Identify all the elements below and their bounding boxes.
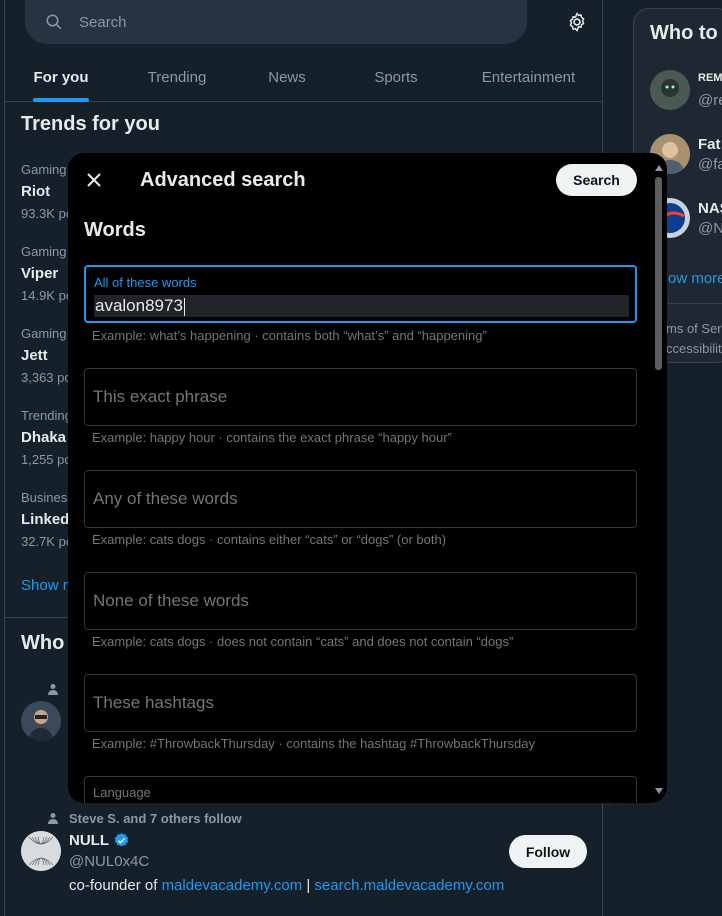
- advanced-search-dialog: Advanced search Search Words All of thes…: [68, 153, 667, 803]
- sidebar-avatar[interactable]: [650, 70, 690, 110]
- sidebar-user-handle: @re: [698, 92, 722, 109]
- hashtags-field[interactable]: These hashtags: [84, 674, 637, 732]
- trend-item[interactable]: Gaming Riot 93.3K po: [21, 162, 73, 221]
- trends-heading: Trends for you: [21, 113, 160, 135]
- dialog-scrollbar[interactable]: [652, 165, 664, 800]
- tab-news[interactable]: News: [237, 52, 337, 102]
- sidebar-user-handle: @fa: [698, 156, 722, 173]
- footer-accessibility-link[interactable]: ccessibility: [666, 341, 722, 356]
- null-bio: co-founder of maldevacademy.com | search…: [69, 877, 505, 894]
- search-icon: [46, 14, 62, 30]
- tab-for-you[interactable]: For you: [5, 52, 117, 102]
- search-placeholder: Search: [79, 13, 127, 31]
- none-words-placeholder: None of these words: [93, 591, 249, 610]
- trend-name: Linked: [21, 511, 70, 528]
- words-section-heading: Words: [84, 219, 146, 241]
- null-display-name[interactable]: NULL: [69, 832, 130, 849]
- scrollbar-thumb[interactable]: [655, 177, 662, 370]
- sidebar-user-handle: @N: [698, 220, 722, 237]
- trend-category: Gaming: [21, 244, 67, 259]
- trend-name: Riot: [21, 183, 51, 200]
- dialog-title: Advanced search: [140, 169, 306, 191]
- trend-category: Trending: [21, 408, 72, 423]
- tab-entertainment[interactable]: Entertainment: [455, 52, 602, 102]
- all-words-label: All of these words: [94, 275, 197, 290]
- verified-badge-icon: [114, 833, 129, 847]
- trend-item[interactable]: Gaming Viper 14.9K po: [21, 244, 73, 303]
- all-words-field[interactable]: All of these words avalon8973: [84, 265, 637, 323]
- sidebar-show-more-link[interactable]: ow more: [668, 270, 722, 287]
- social-context: Steve S. and 7 others follow: [69, 811, 242, 826]
- hashtags-hint: Example: #ThrowbackThursday · contains t…: [92, 736, 535, 751]
- user-avatar[interactable]: [21, 701, 61, 741]
- bio-link-maldevacademy[interactable]: maldevacademy.com: [162, 877, 303, 894]
- scroll-up-arrow-icon[interactable]: [655, 165, 663, 171]
- tab-sports[interactable]: Sports: [337, 52, 455, 102]
- trend-category: Gaming: [21, 326, 67, 341]
- explore-tabs: For you Trending News Sports Entertainme…: [5, 52, 602, 102]
- trend-post-count: 32.7K po: [21, 534, 74, 549]
- all-words-input[interactable]: avalon8973: [94, 295, 629, 317]
- exact-phrase-placeholder: This exact phrase: [93, 387, 228, 406]
- trend-category: Business: [21, 490, 74, 505]
- trend-name: Jett: [21, 347, 48, 364]
- null-handle: @NUL0x4C: [69, 853, 150, 870]
- trend-item[interactable]: Gaming Jett 3,363 po: [21, 326, 72, 385]
- any-words-hint: Example: cats dogs · contains either “ca…: [92, 532, 447, 547]
- trend-category: Gaming: [21, 162, 67, 177]
- trend-post-count: 3,363 po: [21, 370, 72, 385]
- trend-name: Viper: [21, 265, 59, 282]
- sidebar-user-name[interactable]: Fat: [698, 136, 721, 153]
- trend-post-count: 14.9K po: [21, 288, 74, 303]
- sidebar-user-name[interactable]: NAS: [698, 200, 722, 217]
- who-to-follow-heading: Who: [21, 632, 65, 654]
- null-avatar[interactable]: [21, 831, 61, 871]
- language-select[interactable]: Language: [84, 776, 637, 803]
- sidebar-user-name[interactable]: REM: [698, 72, 722, 84]
- scroll-down-arrow-icon[interactable]: [655, 788, 663, 794]
- tab-trending[interactable]: Trending: [117, 52, 237, 102]
- footer-terms-link[interactable]: ms of Ser: [666, 321, 722, 336]
- language-label: Language: [93, 785, 151, 800]
- any-words-field[interactable]: Any of these words: [84, 470, 637, 528]
- trend-post-count: 1,255 po: [21, 452, 72, 467]
- person-icon: [48, 684, 58, 695]
- exact-phrase-field[interactable]: This exact phrase: [84, 368, 637, 426]
- bio-link-search-maldevacademy[interactable]: search.maldevacademy.com: [314, 877, 504, 894]
- chevron-down-icon: [608, 802, 618, 803]
- search-bar[interactable]: Search: [25, 0, 527, 44]
- any-words-placeholder: Any of these words: [93, 489, 238, 508]
- trend-name: Dhaka: [21, 429, 67, 446]
- follow-button[interactable]: Follow: [509, 835, 587, 868]
- trend-item[interactable]: Business Linked 32.7K po: [21, 490, 74, 549]
- none-words-field[interactable]: None of these words: [84, 572, 637, 630]
- trend-post-count: 93.3K po: [21, 206, 74, 221]
- dialog-search-button[interactable]: Search: [556, 164, 637, 196]
- exact-phrase-hint: Example: happy hour · contains the exact…: [92, 430, 452, 445]
- hashtags-placeholder: These hashtags: [93, 693, 214, 712]
- trend-item[interactable]: Trending Dhaka 1,255 po: [21, 408, 72, 467]
- settings-gear-icon[interactable]: [566, 11, 588, 33]
- all-words-hint: Example: what’s happening · contains bot…: [92, 328, 487, 343]
- close-icon[interactable]: [82, 168, 106, 192]
- person-icon: [48, 813, 58, 824]
- none-words-hint: Example: cats dogs · does not contain “c…: [92, 634, 514, 649]
- sidebar-heading: Who to: [650, 22, 718, 44]
